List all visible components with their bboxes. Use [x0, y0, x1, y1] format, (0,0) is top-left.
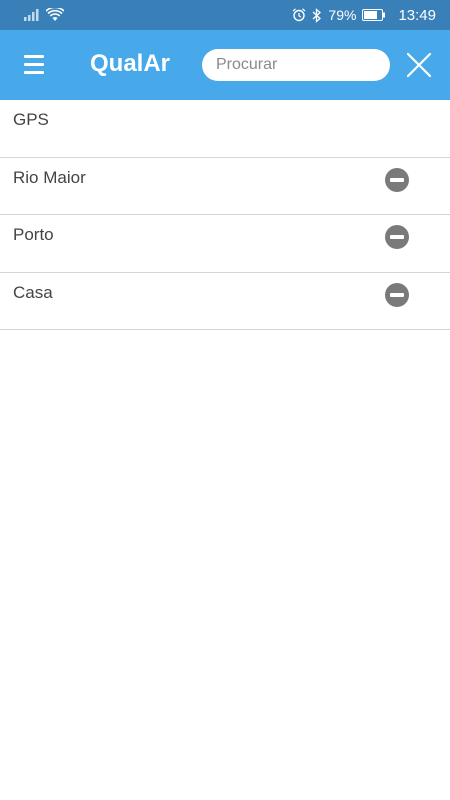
list-item-porto[interactable]: Porto — [0, 215, 450, 273]
battery-percent: 79% — [328, 7, 357, 23]
signal-icon — [24, 9, 39, 21]
wifi-icon — [46, 8, 64, 21]
clock: 13:49 — [398, 6, 436, 24]
search-input[interactable] — [202, 49, 390, 81]
remove-circle-icon[interactable] — [385, 282, 409, 307]
location-list: GPS Rio Maior Porto Casa — [0, 100, 450, 330]
bluetooth-icon — [312, 7, 322, 23]
list-item-label: Rio Maior — [13, 167, 86, 187]
list-item-gps[interactable]: GPS — [0, 100, 450, 158]
hamburger-menu-icon[interactable] — [24, 55, 46, 75]
remove-circle-icon[interactable] — [385, 167, 409, 192]
alarm-icon — [293, 8, 306, 22]
list-item-label: Casa — [13, 282, 53, 302]
status-right: 79% 13:49 — [292, 7, 436, 24]
close-icon[interactable] — [406, 52, 432, 78]
status-left — [24, 8, 64, 22]
remove-circle-icon[interactable] — [385, 225, 409, 249]
list-item-rio-maior[interactable]: Rio Maior — [0, 158, 450, 215]
battery-icon — [362, 9, 386, 21]
app-bar: QualAr — [0, 30, 450, 100]
list-item-label: Porto — [13, 225, 54, 244]
app-title: QualAr — [90, 50, 171, 77]
list-item-label: GPS — [13, 110, 49, 129]
list-item-casa[interactable]: Casa — [0, 273, 450, 330]
status-bar: 79% 13:49 — [0, 0, 450, 30]
